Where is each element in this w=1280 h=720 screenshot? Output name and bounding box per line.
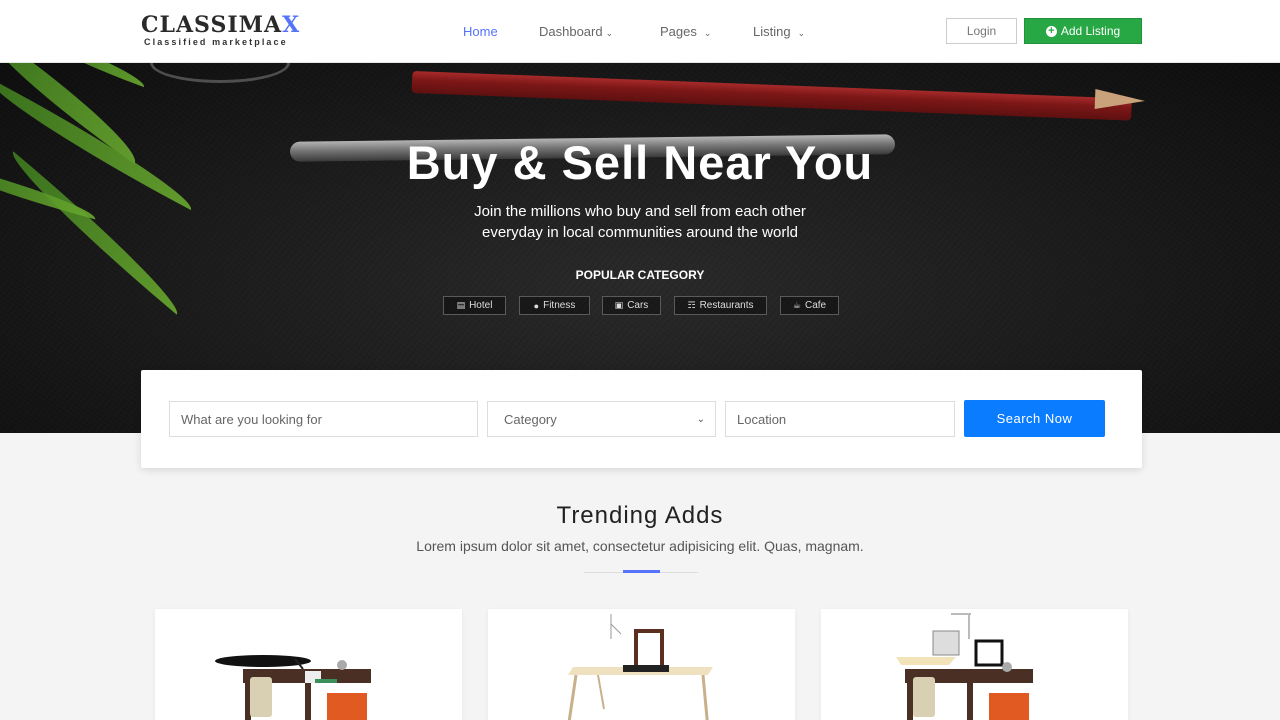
nav-item-dashboard[interactable]: Dashboard ⌄ (539, 24, 613, 39)
category-chip-hotel[interactable]: ▤ Hotel (443, 296, 506, 315)
section-divider-accent (623, 570, 660, 573)
nav-item-listing[interactable]: Listing ⌄ (753, 24, 805, 39)
category-chip-fitness[interactable]: ● Fitness (519, 296, 590, 315)
pencil-tip-image (1094, 89, 1146, 111)
listing-card[interactable] (488, 609, 795, 720)
popular-category-heading: POPULAR CATEGORY (575, 268, 705, 282)
search-input[interactable]: What are you looking for (169, 401, 478, 437)
search-panel: What are you looking for Category ⌄ Loca… (141, 370, 1142, 468)
car-icon: ▣ (614, 300, 624, 310)
category-chip-cars[interactable]: ▣ Cars (602, 296, 661, 315)
listing-card[interactable] (155, 609, 462, 720)
product-image (896, 613, 1033, 720)
category-select[interactable]: Category ⌄ (487, 401, 716, 437)
product-image (567, 614, 713, 720)
section-title: Trending Adds (556, 502, 724, 529)
ball-icon: ● (533, 300, 540, 311)
chevron-down-icon: ⌄ (703, 28, 712, 38)
chevron-down-icon: ⌄ (605, 28, 614, 38)
nav-item-home[interactable]: Home (463, 24, 498, 39)
login-button[interactable]: Login (946, 18, 1017, 44)
location-input[interactable]: Location (725, 401, 955, 437)
navbar: CLASSIMAX Classified marketplace Home Da… (0, 0, 1280, 63)
chevron-down-icon: ⌄ (696, 413, 705, 425)
category-chip-restaurants[interactable]: ☶ Restaurants (674, 296, 767, 315)
add-listing-button[interactable]: + Add Listing (1024, 18, 1142, 44)
chevron-down-icon: ⌄ (797, 28, 806, 38)
logo-tagline: Classified marketplace (144, 37, 288, 47)
nav-item-pages[interactable]: Pages ⌄ (660, 24, 711, 39)
coffee-icon: ☕ (792, 300, 801, 310)
hero-title: Buy & Sell Near You (406, 136, 874, 189)
hero-subtitle: Join the millions who buy and sell from … (474, 203, 806, 241)
search-button[interactable]: Search Now (964, 400, 1105, 437)
logo-wordmark: CLASSIMAX (141, 12, 301, 38)
listing-card[interactable] (821, 609, 1128, 720)
section-subtitle: Lorem ipsum dolor sit amet, consectetur … (416, 538, 864, 554)
bed-icon: ▤ (456, 300, 466, 310)
category-chip-cafe[interactable]: ☕ Cafe (780, 296, 839, 315)
cutlery-icon: ☶ (687, 300, 696, 310)
product-image (215, 655, 371, 720)
logo[interactable]: CLASSIMAX Classified marketplace (141, 14, 300, 47)
plus-circle-icon: + (1045, 25, 1057, 37)
